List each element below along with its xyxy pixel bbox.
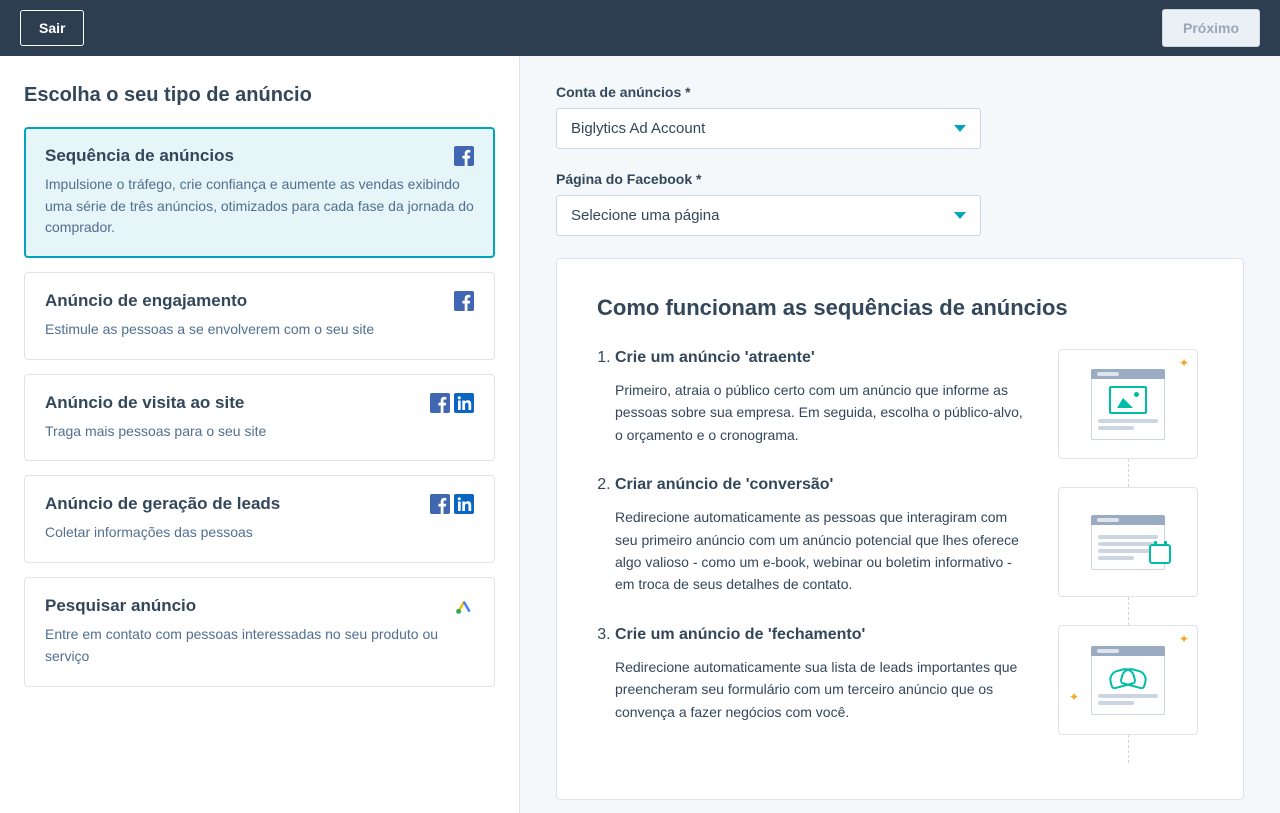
facebook-icon [430,393,450,413]
facebook-icon [454,146,474,166]
sidebar-heading: Escolha o seu tipo de anúncio [24,84,495,107]
account-label: Conta de anúncios * [556,84,1244,100]
account-value: Biglytics Ad Account [571,120,705,137]
ad-type-card-search[interactable]: Pesquisar anúncio Entre em contato com p… [24,577,495,686]
steps-illustration: ✦ ✦✦ [1053,349,1203,763]
linkedin-icon [454,494,474,514]
illustration-close: ✦✦ [1058,625,1198,735]
card-description: Impulsione o tráfego, crie confiança e a… [45,174,474,239]
step-title: Criar anúncio de 'conversão' [615,476,833,494]
card-title: Sequência de anúncios [45,146,234,166]
exit-button[interactable]: Sair [20,10,84,46]
linkedin-icon [454,393,474,413]
google-ads-icon [454,596,474,616]
card-description: Traga mais pessoas para o seu site [45,421,474,443]
top-bar: Sair Próximo [0,0,1280,56]
card-title: Anúncio de engajamento [45,291,247,311]
card-title: Pesquisar anúncio [45,596,196,616]
facebook-icon [430,494,450,514]
ad-type-sidebar: Escolha o seu tipo de anúncio Sequência … [0,56,520,813]
account-select[interactable]: Biglytics Ad Account [556,108,981,149]
card-title: Anúncio de visita ao site [45,393,244,413]
ad-type-card-sequence[interactable]: Sequência de anúncios Impulsione o tráfe… [24,127,495,258]
step-title: Crie um anúncio 'atraente' [615,349,815,367]
facebook-page-label: Página do Facebook * [556,171,1244,187]
how-it-works-panel: Como funcionam as sequências de anúncios… [556,258,1244,800]
facebook-icon [454,291,474,311]
config-panel: Conta de anúncios * Biglytics Ad Account… [520,56,1280,813]
step-item: Crie um anúncio 'atraente' Primeiro, atr… [615,349,1023,446]
step-description: Primeiro, atraia o público certo com um … [615,379,1023,446]
step-title: Crie um anúncio de 'fechamento' [615,626,865,644]
chevron-down-icon [954,212,966,219]
facebook-page-select[interactable]: Selecione uma página [556,195,981,236]
step-item: Criar anúncio de 'conversão' Redirecione… [615,476,1023,596]
card-description: Coletar informações das pessoas [45,522,474,544]
illustration-attract: ✦ [1058,349,1198,459]
panel-title: Como funcionam as sequências de anúncios [597,295,1203,321]
chevron-down-icon [954,125,966,132]
step-description: Redirecione automaticamente as pessoas q… [615,506,1023,596]
step-description: Redirecione automaticamente sua lista de… [615,656,1023,723]
illustration-convert [1058,487,1198,597]
step-item: Crie um anúncio de 'fechamento' Redireci… [615,626,1023,723]
ad-type-card-lead-gen[interactable]: Anúncio de geração de leads Coletar info… [24,475,495,563]
ad-type-card-site-visit[interactable]: Anúncio de visita ao site Traga mais pes… [24,374,495,462]
facebook-page-placeholder: Selecione uma página [571,207,719,224]
card-description: Entre em contato com pessoas interessada… [45,624,474,667]
card-description: Estimule as pessoas a se envolverem com … [45,319,474,341]
ad-type-card-engagement[interactable]: Anúncio de engajamento Estimule as pesso… [24,272,495,360]
next-button[interactable]: Próximo [1162,9,1260,47]
card-title: Anúncio de geração de leads [45,494,280,514]
